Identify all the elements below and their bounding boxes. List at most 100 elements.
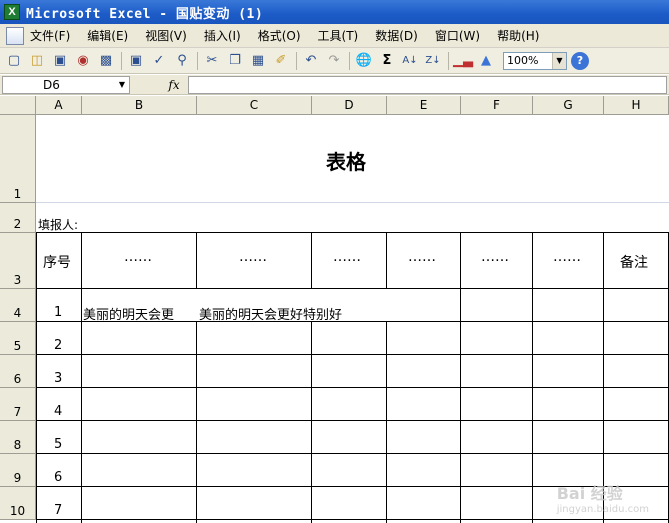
research-icon[interactable]: ⚲ [172,51,192,71]
menu-file[interactable]: 文件(F) [30,27,70,44]
chart-icon[interactable]: ▁▃ [453,51,473,71]
table-border [36,519,669,520]
formula-input[interactable] [188,75,667,94]
document-icon[interactable] [6,26,24,45]
format-painter-icon[interactable]: ✐ [271,51,291,71]
menu-data[interactable]: 数据(D) [375,27,418,44]
sort-descending-icon[interactable]: Z↓ [423,51,443,71]
column-header-a[interactable]: A [36,96,82,115]
copy-icon[interactable]: ❐ [225,51,245,71]
toolbar-separator [349,51,350,70]
spelling-icon[interactable]: ✓ [149,51,169,71]
chevron-down-icon[interactable]: ▼ [115,77,129,93]
table-border [386,232,387,289]
column-header-c[interactable]: C [197,96,312,115]
column-header-d[interactable]: D [312,96,387,115]
toolbar-separator [448,51,449,70]
menu-tools[interactable]: 工具(T) [318,27,359,44]
menu-insert[interactable]: 插入(I) [204,27,241,44]
serial-cell[interactable]: 1 [54,305,62,320]
name-box-value: D6 [43,77,60,92]
open-icon[interactable]: ◫ [27,51,47,71]
print-icon[interactable]: ▩ [96,51,116,71]
menu-help[interactable]: 帮助(H) [497,27,539,44]
column-header-b[interactable]: B [82,96,197,115]
baidu-watermark: Bai 经验 jingyan.baidu.com [557,480,649,515]
chevron-down-icon[interactable]: ▼ [552,52,566,69]
header-col-b[interactable]: …… [124,249,152,265]
sort-ascending-icon[interactable]: A↓ [400,51,420,71]
serial-cell[interactable]: 3 [54,371,62,386]
zoom-select[interactable]: 100% ▼ [503,51,567,70]
column-header-h[interactable]: H [604,96,669,115]
row-header-7[interactable]: 7 [0,388,36,421]
serial-cell[interactable]: 4 [54,404,62,419]
cell-c4[interactable]: 美丽的明天会更好特别好 [199,304,342,323]
menu-view[interactable]: 视图(V) [145,27,187,44]
serial-cell[interactable]: 2 [54,338,62,353]
row-header-3[interactable]: 3 [0,233,36,289]
table-border [36,420,669,421]
insert-function-icon[interactable]: fx [160,78,188,92]
zoom-value: 100% [507,54,539,67]
watermark-brand: Bai 经验 [556,484,623,503]
filler-label[interactable]: 填报人: [38,216,78,233]
save-icon[interactable]: ▣ [50,51,70,71]
undo-icon[interactable]: ↶ [301,51,321,71]
table-border [196,232,197,289]
excel-app-icon[interactable]: X [4,4,20,20]
row-header-10[interactable]: 10 [0,487,36,520]
row-header-8[interactable]: 8 [0,421,36,454]
toolbar-separator [197,51,198,70]
formula-bar: D6 ▼ fx [0,75,669,95]
menu-edit[interactable]: 编辑(E) [87,27,128,44]
help-icon[interactable]: ? [571,51,589,70]
paste-icon[interactable]: ▦ [248,51,268,71]
column-header-e[interactable]: E [387,96,461,115]
title-bar: X Microsoft Excel - 国贴变动 (1) [0,0,669,24]
hyperlink-icon[interactable]: 🌐 [354,51,374,71]
autosum-icon[interactable]: Σ [377,51,397,71]
serial-cell[interactable]: 6 [54,470,62,485]
table-border [36,288,669,289]
new-icon[interactable]: ▢ [4,51,24,71]
header-serial[interactable]: 序号 [43,252,71,272]
redo-icon[interactable]: ↷ [324,51,344,71]
cut-icon[interactable]: ✂ [202,51,222,71]
window-title: Microsoft Excel - 国贴变动 (1) [26,6,264,22]
serial-cell[interactable]: 5 [54,437,62,452]
row-header-6[interactable]: 6 [0,355,36,388]
print-preview-icon[interactable]: ▣ [126,51,146,71]
header-col-e[interactable]: …… [408,249,436,265]
table-border [36,232,37,523]
row-header-2[interactable]: 2 [0,203,36,233]
menu-format[interactable]: 格式(O) [258,27,301,44]
column-header-f[interactable]: F [461,96,533,115]
select-all-corner[interactable] [0,96,36,115]
serial-cell[interactable]: 7 [54,503,62,518]
table-border [196,321,197,523]
worksheet-grid[interactable]: A B C D E F G H 1 2 3 4 5 6 7 8 9 10 表格 … [0,96,669,523]
sheet-title[interactable]: 表格 [326,146,366,175]
header-col-c[interactable]: …… [239,249,267,265]
name-box[interactable]: D6 ▼ [2,75,130,94]
standard-toolbar: ▢ ◫ ▣ ◉ ▩ ▣ ✓ ⚲ ✂ ❐ ▦ ✐ ↶ ↷ 🌐 Σ A↓ Z↓ ▁▃… [0,48,669,74]
header-col-g[interactable]: …… [553,249,581,265]
drawing-icon[interactable]: ▲ [476,51,496,71]
header-col-f[interactable]: …… [481,249,509,265]
header-remarks[interactable]: 备注 [620,252,648,272]
row-header-5[interactable]: 5 [0,322,36,355]
header-col-d[interactable]: …… [333,249,361,265]
table-border [386,321,387,523]
table-border [311,232,312,289]
table-border [36,354,669,355]
permission-icon[interactable]: ◉ [73,51,93,71]
row-header-9[interactable]: 9 [0,454,36,487]
row-header-1[interactable]: 1 [0,115,36,203]
column-header-g[interactable]: G [533,96,604,115]
table-border [311,321,312,523]
row-header-4[interactable]: 4 [0,289,36,322]
menu-window[interactable]: 窗口(W) [435,27,480,44]
table-border [36,387,669,388]
cell-b4[interactable]: 美丽的明天会更 [83,304,196,323]
